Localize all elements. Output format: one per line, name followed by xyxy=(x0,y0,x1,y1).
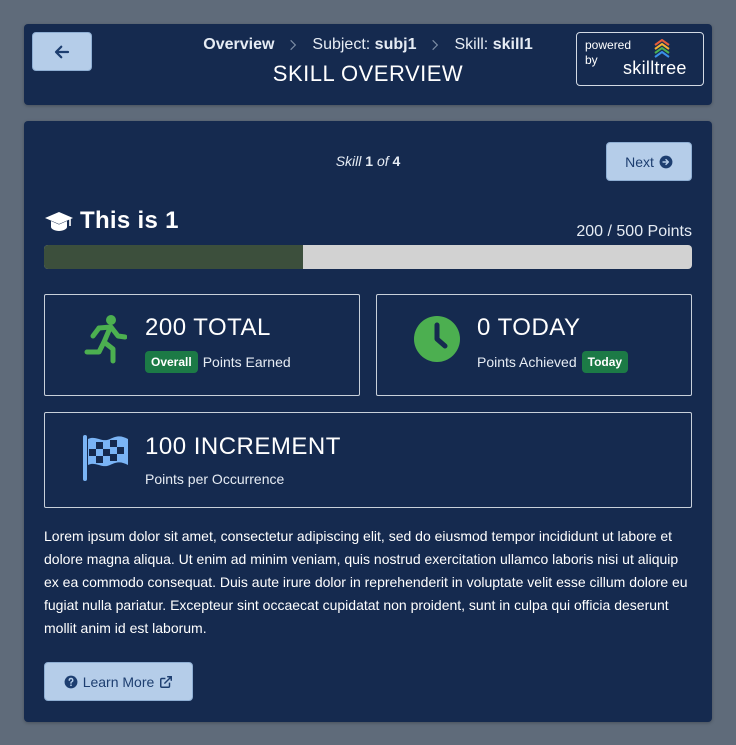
total-points-caption: Overall Points Earned xyxy=(145,351,291,373)
total-points-value: 200 TOTAL xyxy=(145,314,271,341)
increment-value: 100 INCREMENT xyxy=(145,433,341,460)
skill-name-text: This is 1 xyxy=(80,207,179,234)
chevron-right-icon xyxy=(290,39,297,51)
learn-more-button[interactable]: Learn More xyxy=(44,662,193,701)
arrow-circle-right-icon xyxy=(659,155,673,168)
running-person-icon xyxy=(84,315,127,364)
skill-name: This is 1 xyxy=(44,207,179,235)
breadcrumb-overview[interactable]: Overview xyxy=(203,36,274,54)
overall-badge: Overall xyxy=(145,351,198,373)
clock-icon xyxy=(414,316,460,362)
powered-by-badge[interactable]: powered by skilltree xyxy=(576,32,704,86)
progress-bar-fill xyxy=(44,245,304,269)
total-points-box: 200 TOTAL Overall Points Earned xyxy=(44,294,360,396)
progress-bar xyxy=(44,245,692,269)
question-circle-icon xyxy=(64,675,78,688)
today-points-label: Points Achieved xyxy=(477,354,577,370)
learn-more-label: Learn More xyxy=(82,673,155,690)
skill-description: Lorem ipsum dolor sit amet, consectetur … xyxy=(44,528,688,636)
external-link-icon xyxy=(160,675,173,688)
checkered-flag-icon xyxy=(83,435,128,481)
breadcrumb-skill-prefix: Skill: xyxy=(454,36,493,53)
skill-counter-total: 4 xyxy=(392,153,401,169)
breadcrumb-subject-value: subj1 xyxy=(374,36,417,53)
points-summary: 200 / 500 Points xyxy=(576,223,692,240)
total-points-label: Points Earned xyxy=(202,354,291,370)
breadcrumb-subject[interactable]: Subject: subj1 xyxy=(312,36,416,54)
increment-label: Points per Occurrence xyxy=(145,471,285,487)
skill-counter-word: Skill xyxy=(335,153,362,169)
today-points-caption: Points Achieved Today xyxy=(477,351,629,373)
increment-box: 100 INCREMENT Points per Occurrence xyxy=(44,412,692,508)
breadcrumb-skill: Skill: skill1 xyxy=(454,36,532,54)
chevron-right-icon xyxy=(432,39,439,51)
skilltree-logo-text: skilltree xyxy=(623,58,687,78)
breadcrumb-subject-prefix: Subject: xyxy=(312,36,375,53)
skill-card: Skill 1 of 4 Next This is 1 200 / 500 Po… xyxy=(24,121,712,722)
header-card: Overview Subject: subj1 Skill: skill1 SK… xyxy=(24,24,712,105)
next-button-label: Next xyxy=(625,153,654,170)
today-points-box: 0 TODAY Points Achieved Today xyxy=(376,294,692,396)
today-points-value: 0 TODAY xyxy=(477,314,581,341)
skill-counter-current: 1 xyxy=(365,153,374,169)
breadcrumb-skill-value: skill1 xyxy=(492,36,533,53)
skilltree-logo-icon xyxy=(654,39,670,58)
skill-counter-of: of xyxy=(376,153,389,169)
graduation-cap-icon xyxy=(45,212,73,231)
today-badge: Today xyxy=(581,351,629,373)
next-button[interactable]: Next xyxy=(606,142,692,181)
